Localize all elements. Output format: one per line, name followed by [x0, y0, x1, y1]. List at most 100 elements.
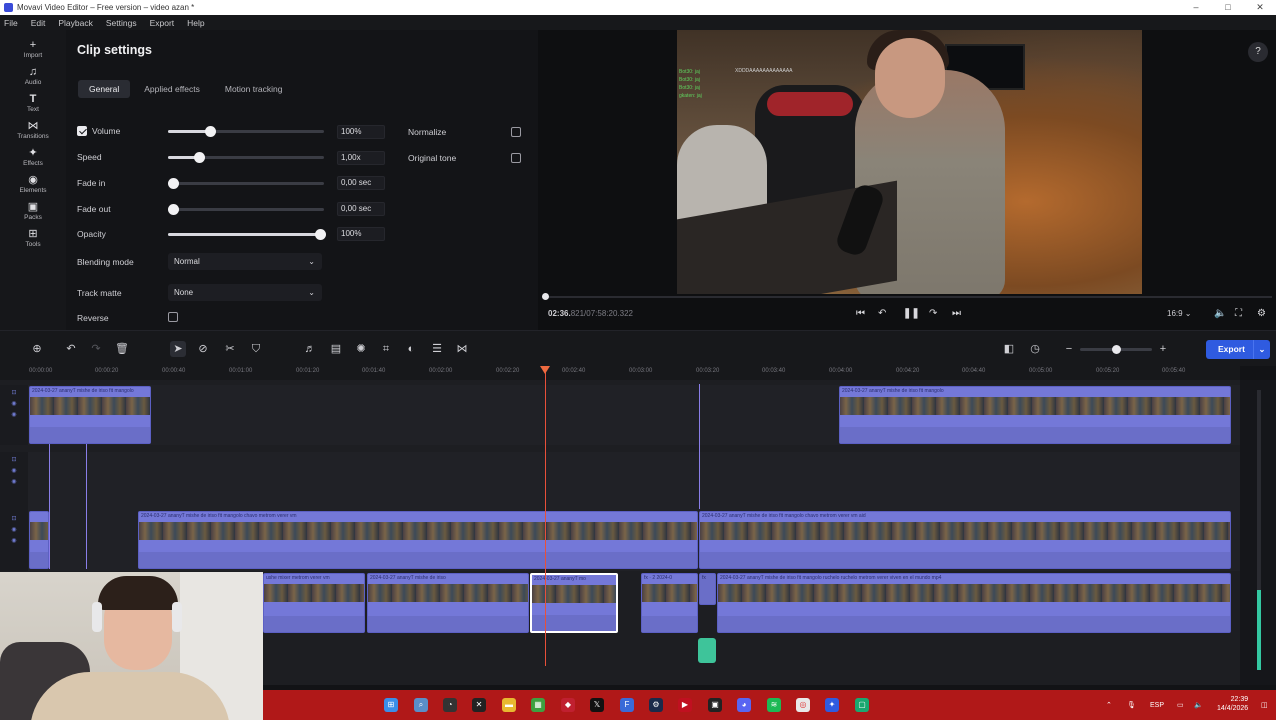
menu-help[interactable]: Help — [187, 18, 204, 28]
playhead-handle[interactable] — [540, 366, 550, 374]
zoom-out-icon[interactable]: − — [1061, 341, 1077, 357]
select-tool-icon[interactable]: ➤ — [170, 341, 186, 357]
timeline-clip[interactable] — [29, 511, 49, 569]
movavi-icon[interactable]: ✦ — [825, 698, 839, 712]
original-tone-checkbox[interactable] — [511, 153, 521, 163]
lock-icon[interactable]: ⊡ — [0, 515, 28, 522]
help-icon[interactable]: ? — [1248, 42, 1268, 62]
fade-out-slider-knob[interactable] — [168, 204, 179, 215]
crop-icon[interactable]: ⌗ — [378, 341, 394, 357]
start-icon[interactable]: ⊞ — [384, 698, 398, 712]
adjust-icon[interactable]: ☰ — [429, 341, 445, 357]
timeline-marker[interactable] — [699, 384, 700, 509]
timeline-marker[interactable] — [49, 444, 50, 569]
discord-icon[interactable]: ◕ — [737, 698, 751, 712]
preview-progress-knob[interactable] — [542, 293, 549, 300]
captions-icon[interactable]: ▤ — [328, 341, 344, 357]
eye-icon[interactable]: ◉ — [0, 400, 28, 407]
skip-end-icon[interactable]: ⏭ — [952, 308, 961, 319]
magic-icon[interactable]: ✺ — [353, 341, 369, 357]
lock-icon[interactable]: ⊡ — [0, 389, 28, 396]
game-icon[interactable]: ◆ — [561, 698, 575, 712]
eye-icon[interactable]: ◉ — [0, 467, 28, 474]
opacity-value[interactable]: 100% — [337, 227, 385, 241]
reverse-checkbox[interactable] — [168, 312, 178, 322]
fullscreen-icon[interactable]: ⛶ — [1235, 308, 1242, 319]
search-icon[interactable]: ⌕ — [414, 698, 428, 712]
rail-transitions[interactable]: ⋈ Transitions — [0, 121, 66, 141]
cut-icon[interactable]: ✂ — [222, 341, 238, 357]
track-matte-select[interactable]: None ⌄ — [168, 284, 322, 301]
video-frame[interactable]: Bot30: jaj Bot30: jaj Bot30: jaj gkaten:… — [677, 30, 1142, 294]
eye-icon[interactable]: ◉ — [0, 526, 28, 533]
speed-slider[interactable] — [168, 152, 324, 163]
maximize-button[interactable]: □ — [1212, 0, 1244, 15]
export-button[interactable]: Export ⌄ — [1206, 340, 1270, 359]
menu-playback[interactable]: Playback — [58, 18, 93, 28]
transition-icon[interactable]: ⋈ — [454, 341, 470, 357]
timeline-clip[interactable]: 2024-03-27 ananyT mishe de iriso — [367, 573, 529, 633]
timeline-clip[interactable]: 2024-03-27 ananyT mishe de iriso fit man… — [699, 511, 1231, 569]
timeline-clip[interactable]: 2024-03-27 ananyT mishe de iriso fit man… — [138, 511, 698, 569]
preview-progress[interactable] — [542, 293, 1272, 300]
speaker-icon[interactable]: ◉ — [0, 478, 28, 485]
x-icon[interactable]: 𝕏 — [590, 698, 604, 712]
folder-icon[interactable]: ▬ — [502, 698, 516, 712]
gear-icon[interactable]: ⚙ — [1257, 308, 1266, 319]
rail-audio[interactable]: ♫ Audio — [0, 67, 66, 87]
tray-chevron-icon[interactable]: ⌃ — [1106, 701, 1112, 709]
speed-value[interactable]: 1,00x — [337, 151, 385, 165]
rewind-icon[interactable]: ↶ — [878, 308, 886, 319]
track-lane-2[interactable] — [28, 452, 1240, 512]
volume-value[interactable]: 100% — [337, 125, 385, 139]
file-icon[interactable]: F — [620, 698, 634, 712]
volume-checkbox[interactable] — [77, 126, 87, 136]
timeline-clip[interactable]: 2024-03-27 ananyT mishe de iriso fit man… — [717, 573, 1231, 633]
delete-icon[interactable]: 🗑 — [114, 341, 130, 357]
snap-icon[interactable]: ◧ — [1001, 341, 1017, 357]
timeline-clip[interactable]: fx — [699, 573, 716, 605]
playhead[interactable] — [540, 366, 550, 666]
minimize-button[interactable]: – — [1180, 0, 1212, 15]
rail-import[interactable]: + Import — [0, 40, 66, 60]
volume-slider-knob[interactable] — [205, 126, 216, 137]
menu-settings[interactable]: Settings — [106, 18, 137, 28]
audio-split-icon[interactable]: ♬ — [302, 341, 318, 357]
timeline-clip[interactable]: fx · 2 2024-0 — [641, 573, 698, 633]
opacity-slider[interactable] — [168, 229, 326, 240]
minecraft-icon[interactable]: ▦ — [531, 698, 545, 712]
fade-in-value[interactable]: 0,00 sec — [337, 176, 385, 190]
timeline-marker[interactable] — [86, 444, 87, 569]
terminal-icon[interactable]: ▣ — [708, 698, 722, 712]
tab-general[interactable]: General — [78, 80, 131, 98]
zoom-in-icon[interactable]: + — [1155, 341, 1171, 357]
tab-motion-tracking[interactable]: Motion tracking — [214, 80, 294, 98]
normalize-checkbox[interactable] — [511, 127, 521, 137]
volume-slider[interactable] — [168, 126, 324, 137]
tab-applied-effects[interactable]: Applied effects — [133, 80, 211, 98]
app-icon[interactable]: ▢ — [855, 698, 869, 712]
chevron-down-icon[interactable]: ⌄ — [1253, 340, 1270, 359]
language-indicator[interactable]: ESP — [1150, 702, 1164, 709]
shield-icon[interactable]: ⛉ — [248, 341, 264, 357]
add-track-icon[interactable]: ⊕ — [29, 341, 45, 357]
speaker-icon[interactable]: ◉ — [0, 537, 28, 544]
fade-out-value[interactable]: 0,00 sec — [337, 202, 385, 216]
undo-icon[interactable]: ↶ — [63, 341, 79, 357]
zoom-slider-knob[interactable] — [1112, 345, 1121, 354]
close-button[interactable]: ✕ — [1244, 0, 1276, 15]
selected-clip[interactable]: 2024-03-27 ananyT mo — [530, 573, 618, 633]
blending-mode-select[interactable]: Normal ⌄ — [168, 253, 322, 270]
skip-start-icon[interactable]: ⏮ — [856, 308, 865, 319]
timer-icon[interactable]: ◷ — [1027, 341, 1043, 357]
menu-file[interactable]: File — [4, 18, 18, 28]
rail-tools[interactable]: ⊞ Tools — [0, 229, 66, 249]
chrome-icon[interactable]: ◎ — [796, 698, 810, 712]
mic-icon[interactable]: 🎙 — [1127, 701, 1136, 709]
timeline-clip[interactable]: 2024-03-27 ananyT mishe de iriso fit man… — [839, 386, 1231, 444]
aspect-ratio-select[interactable]: 16:9 ⌄ — [1167, 309, 1192, 318]
menu-export[interactable]: Export — [150, 18, 175, 28]
timeline-clip[interactable]: ushe mixer metrom verer vm — [263, 573, 365, 633]
menu-edit[interactable]: Edit — [31, 18, 46, 28]
timeline-clip[interactable]: 2024-03-27 ananyT mishe de iriso fit man… — [29, 386, 151, 444]
